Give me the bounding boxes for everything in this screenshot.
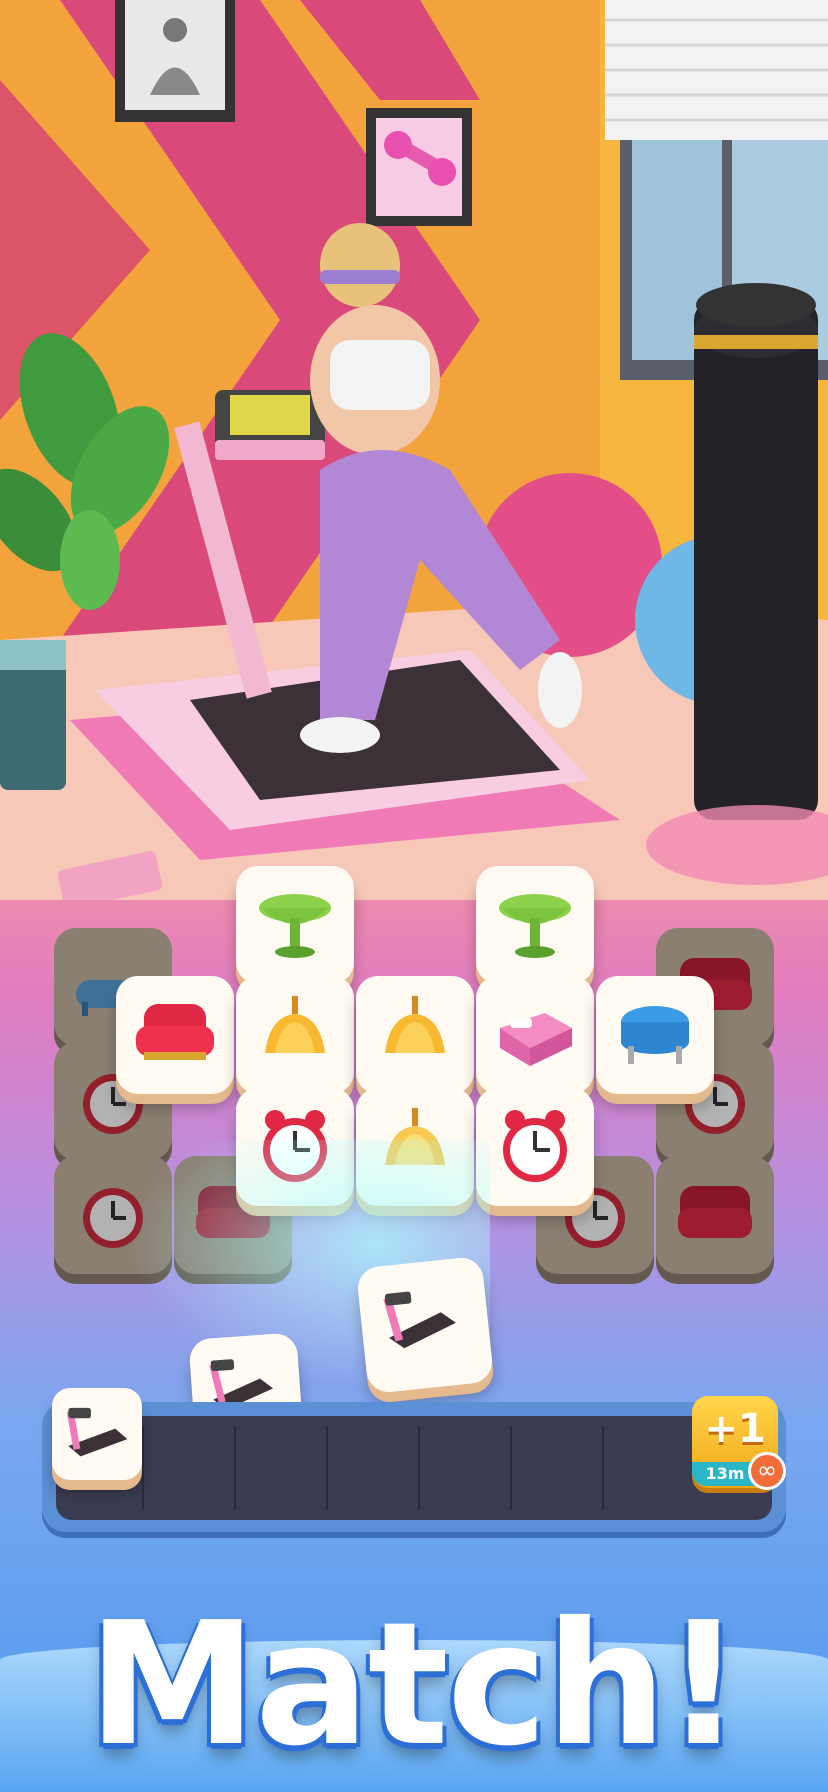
alarm-clock-icon <box>503 1110 567 1182</box>
plus-one-booster-button[interactable]: +1 13m ∞ <box>692 1396 786 1490</box>
bed-icon <box>500 1013 572 1066</box>
armchair-icon <box>678 1186 752 1238</box>
tile-treadmill-flying <box>355 1255 495 1395</box>
game-screen: +1 13m ∞ Match! <box>0 0 828 1792</box>
table-icon <box>259 894 331 958</box>
booster-label: +1 <box>704 1406 766 1452</box>
tile-table[interactable] <box>236 866 354 984</box>
dumbbell-picture-icon <box>366 108 472 226</box>
tray-tile-treadmill <box>52 1388 142 1480</box>
armchair-icon <box>136 1004 214 1060</box>
window-blinds-icon <box>605 0 828 140</box>
meditation-picture-icon <box>115 0 235 122</box>
room-scene <box>0 0 828 900</box>
treadmill-icon <box>66 1407 128 1457</box>
tile-lamp[interactable] <box>236 976 354 1094</box>
infinity-icon: ∞ <box>748 1452 786 1490</box>
tray-slot <box>602 1426 692 1510</box>
tile-lamp[interactable] <box>356 976 474 1094</box>
tray-slot <box>418 1426 510 1510</box>
lamp-icon <box>385 996 445 1053</box>
tile-back <box>656 1156 774 1274</box>
lamp-icon <box>265 996 325 1053</box>
table-icon <box>499 894 571 958</box>
tray-slot <box>326 1426 418 1510</box>
tile-stool[interactable] <box>596 976 714 1094</box>
stool-icon <box>621 1006 689 1064</box>
tray-slot <box>510 1426 602 1510</box>
treadmill-icon <box>383 1291 456 1349</box>
tile-alarm-clock[interactable] <box>476 1088 594 1206</box>
headline-match: Match! <box>87 1586 742 1784</box>
tray-slot <box>142 1426 234 1510</box>
tile-armchair[interactable] <box>116 976 234 1094</box>
tray-slot <box>234 1426 326 1510</box>
tile-bed[interactable] <box>476 976 594 1094</box>
tile-table[interactable] <box>476 866 594 984</box>
